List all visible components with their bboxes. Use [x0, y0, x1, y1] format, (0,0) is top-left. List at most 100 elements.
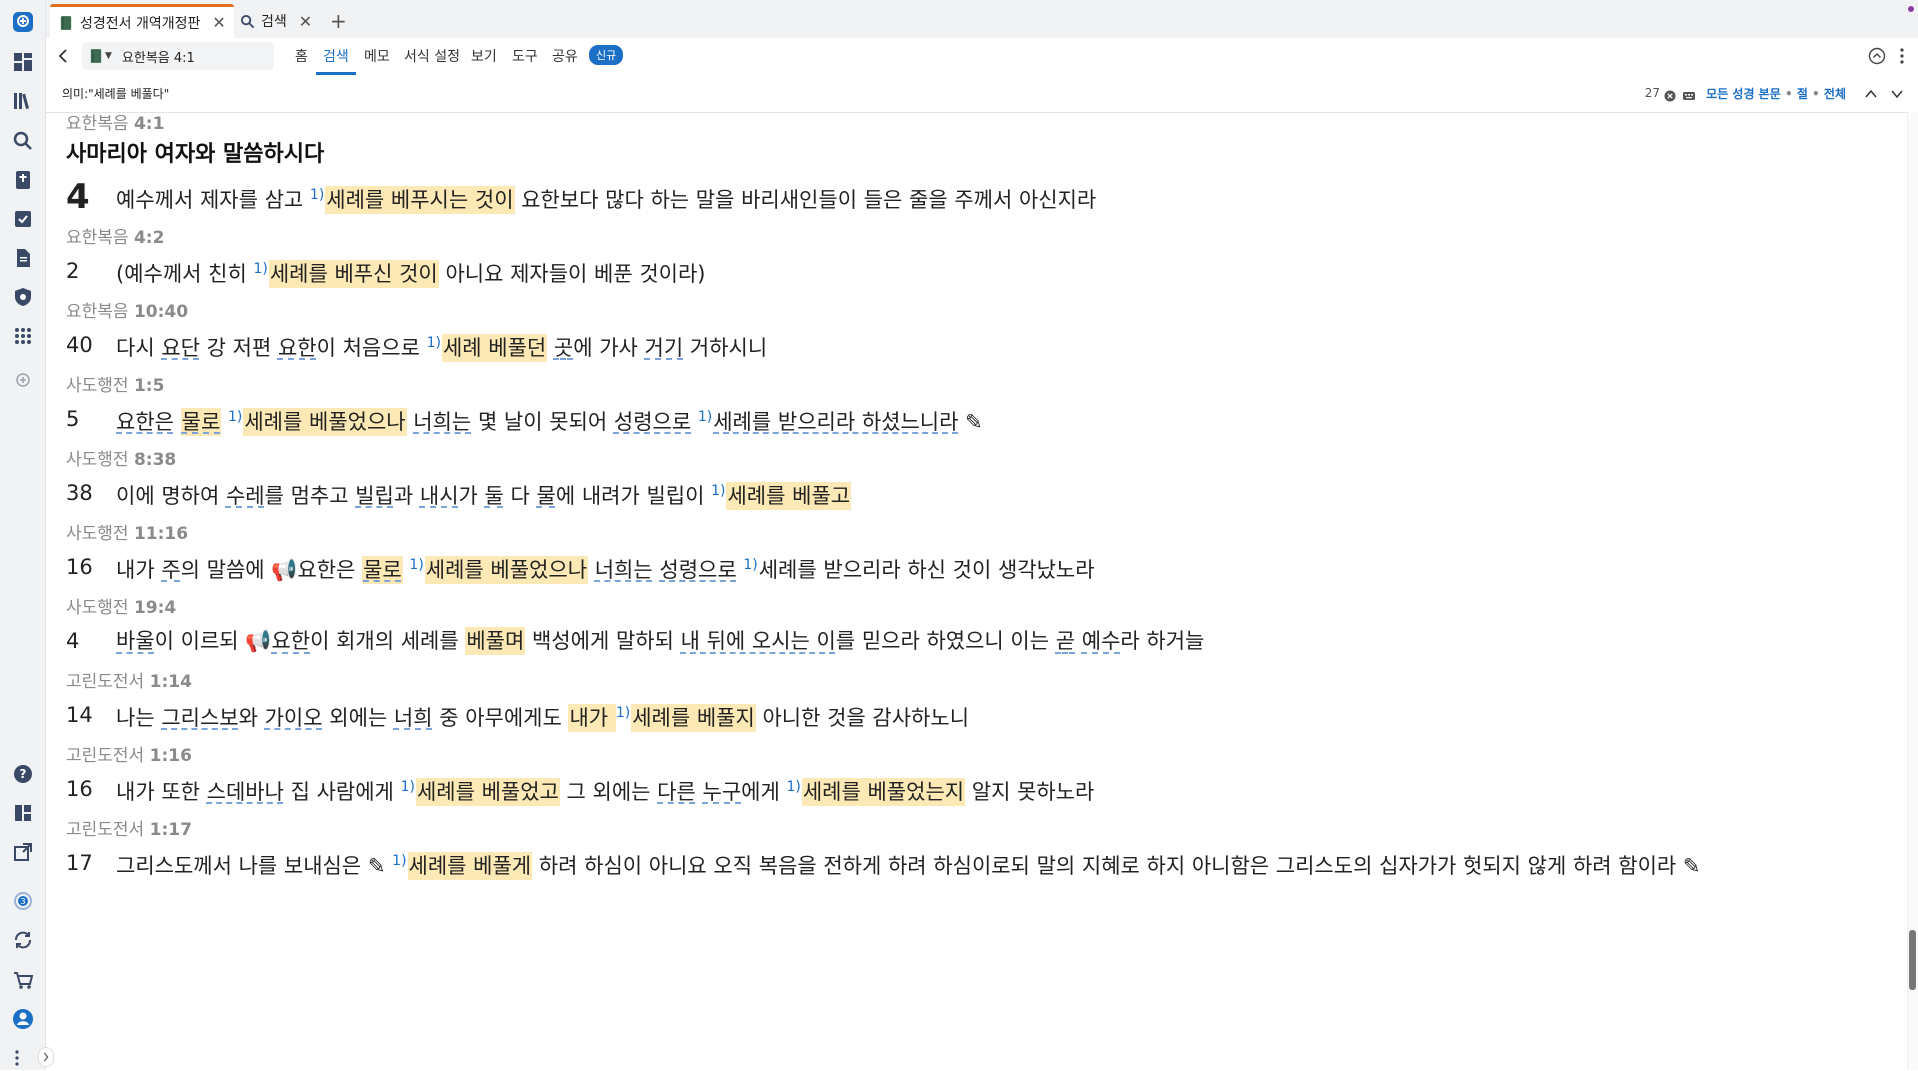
new-tab-button[interactable]: + — [330, 4, 354, 38]
more-vertical-icon[interactable] — [10, 1045, 24, 1071]
footnote-marker[interactable]: 1) — [711, 483, 725, 499]
chevron-down-icon[interactable]: ▼ — [105, 51, 112, 61]
linked-word[interactable]: 너희는 — [413, 410, 471, 434]
search-match-highlight[interactable]: 내가 — [568, 703, 616, 732]
linked-word[interactable]: 수레 — [226, 484, 265, 508]
search-match-highlight[interactable]: 세례를 베풀었는지 — [801, 777, 966, 806]
search-query-input[interactable]: 의미:"세례를 베풀다" — [62, 85, 169, 102]
scope-selector[interactable]: 모든 성경 본문 • 절 • 전체 — [1706, 85, 1846, 102]
linked-word[interactable]: 물 — [537, 484, 556, 508]
footnote-marker[interactable]: 1) — [409, 557, 423, 573]
footnote-marker[interactable]: 1) — [228, 409, 242, 425]
search-match-highlight[interactable]: 물로 — [180, 407, 222, 436]
previous-result-icon[interactable] — [1864, 86, 1878, 100]
verse-text[interactable]: 2 (예수께서 친히 1)세례를 베푸신 것이 아니요 제자들이 베푼 것이라) — [66, 250, 1906, 292]
linked-word[interactable]: 주 — [161, 558, 180, 582]
collapse-up-icon[interactable] — [1868, 47, 1886, 65]
document-icon[interactable] — [10, 245, 36, 271]
linked-word[interactable]: 스데바나 — [207, 780, 284, 804]
search-match-highlight[interactable]: 세례를 베풀었으나 — [243, 407, 407, 436]
footnote-marker[interactable]: 1) — [427, 335, 441, 351]
reference-input[interactable]: 요한복음 4:1 — [122, 47, 195, 66]
search-match-highlight[interactable]: 베풀며 — [465, 627, 526, 655]
result-reference[interactable]: 고린도전서 1:14 — [66, 670, 1906, 694]
search-match-highlight[interactable]: 세례를 베풀고 — [726, 481, 852, 510]
keyboard-icon[interactable] — [1682, 87, 1696, 100]
export-icon[interactable] — [10, 839, 36, 865]
menu-search[interactable]: 검색 — [323, 46, 349, 66]
menu-notes[interactable]: 메모 — [364, 46, 390, 66]
menu-home[interactable]: 홈 — [295, 46, 308, 66]
linked-word[interactable]: 요단 — [161, 336, 200, 360]
search-match-highlight[interactable]: 세례를 베푸시는 것이 — [325, 185, 515, 214]
verse-text[interactable]: 40 다시 요단 강 저편 요한이 처음으로 1)세례 베풀던 곳에 가사 거기 … — [66, 324, 1906, 366]
close-icon[interactable]: ✕ — [299, 12, 312, 31]
linked-word[interactable]: 바울 — [116, 629, 155, 653]
result-reference[interactable]: 요한복음 4:2 — [66, 226, 1906, 250]
menu-view[interactable]: 보기 — [471, 46, 497, 66]
linked-word[interactable]: 요한 — [271, 629, 310, 653]
verse-text[interactable]: 17 그리스도께서 나를 보내심은 ✎ 1)세례를 베풀게 하려 하심이 아니요 … — [66, 842, 1906, 884]
verse-text[interactable]: 16 내가 또한 스데바나 집 사람에게 1)세례를 베풀었고 그 외에는 다른 … — [66, 768, 1906, 810]
tab-search[interactable]: 검색 ✕ — [240, 4, 316, 38]
search-match-highlight[interactable]: 세례를 베푸신 것이 — [268, 259, 439, 288]
layout-icon[interactable] — [10, 800, 36, 826]
result-reference[interactable]: 사도행전 11:16 — [66, 522, 1906, 546]
result-reference[interactable]: 사도행전 19:4 — [66, 596, 1906, 620]
library-icon[interactable] — [10, 88, 36, 114]
footnote-marker[interactable]: 1) — [743, 557, 757, 573]
linked-word[interactable]: 누구 — [703, 780, 742, 804]
dashboard-icon[interactable] — [10, 49, 36, 75]
footnote-marker[interactable]: 1) — [401, 779, 415, 795]
result-reference[interactable]: 요한복음 4:1 — [66, 112, 1906, 136]
verse-text[interactable]: 4 예수께서 제자를 삼고 1)세례를 베푸시는 것이 요한보다 많다 하는 말을… — [66, 176, 1906, 218]
linked-word[interactable]: 요한 — [278, 336, 317, 360]
result-reference[interactable]: 요한복음 10:40 — [66, 300, 1906, 324]
bible-icon[interactable] — [10, 167, 36, 193]
search-match-highlight[interactable]: 세례를 베풀었으나 — [424, 555, 589, 584]
next-result-icon[interactable] — [1890, 86, 1904, 100]
app-logo-icon[interactable] — [10, 9, 36, 35]
footnote-marker[interactable]: 1) — [616, 705, 630, 721]
verse-text[interactable]: 5 요한은 물로 1)세례를 베풀었으나 너희는 몇 날이 못되어 성령으로 1)… — [66, 398, 1906, 440]
search-match-highlight[interactable]: 물로 — [362, 555, 403, 584]
close-icon[interactable]: ✕ — [212, 13, 225, 32]
search-match-highlight[interactable]: 세례를 베풀지 — [631, 703, 756, 732]
expand-sidebar-icon[interactable] — [38, 1047, 54, 1067]
footnote-marker[interactable]: 1) — [786, 779, 800, 795]
linked-word[interactable]: 둘 — [485, 484, 504, 508]
linked-word[interactable]: 세례를 받으리라 하셨느니라 — [713, 410, 958, 434]
linked-word[interactable]: 예수 — [1082, 629, 1121, 653]
scrollbar[interactable] — [1907, 112, 1918, 1070]
linked-word[interactable]: 빌립 — [355, 484, 394, 508]
verse-text[interactable]: 38 이에 명하여 수레를 멈추고 빌립과 내시가 둘 다 물에 내려가 빌립이 … — [66, 472, 1906, 514]
linked-word[interactable]: 요한은 — [116, 410, 174, 434]
footnote-marker[interactable]: 1) — [698, 409, 712, 425]
verse-text[interactable]: 14 나는 그리스보와 가이오 외에는 너희 중 아무에게도 내가 1)세례를 베… — [66, 694, 1906, 736]
linked-word[interactable]: 너희는 — [595, 558, 653, 582]
new-badge[interactable]: 신규 — [589, 45, 624, 65]
footnote-marker[interactable]: 1) — [253, 261, 267, 277]
linked-word[interactable]: 너희 — [394, 706, 433, 730]
search-match-highlight[interactable]: 세례를 베풀게 — [407, 851, 533, 880]
help-icon[interactable]: ? — [10, 761, 36, 787]
linked-word[interactable]: 가이오 — [265, 706, 323, 730]
linked-word[interactable]: 거기 — [645, 336, 684, 360]
account-icon[interactable] — [10, 1006, 36, 1032]
verse-text[interactable]: 16 내가 주의 말씀에 📢요한은 물로 1)세례를 베풀었으나 너희는 성령으로… — [66, 546, 1906, 588]
add-circle-icon[interactable] — [10, 367, 36, 393]
linked-word[interactable]: 성령으로 — [659, 558, 736, 582]
cart-icon[interactable] — [10, 967, 36, 993]
search-match-highlight[interactable]: 세례를 베풀었고 — [415, 777, 560, 806]
linked-word[interactable]: 성령으로 — [614, 410, 691, 434]
linked-word[interactable]: 내시 — [420, 484, 459, 508]
sync-icon[interactable] — [10, 927, 36, 953]
result-reference[interactable]: 사도행전 1:5 — [66, 374, 1906, 398]
footnote-marker[interactable]: 1) — [310, 187, 324, 203]
notification-count-icon[interactable]: 3 — [10, 888, 36, 914]
linked-word[interactable]: 내 뒤에 오시는 이 — [681, 629, 836, 653]
scrollbar-thumb[interactable] — [1909, 930, 1916, 990]
apps-grid-icon[interactable] — [10, 323, 36, 349]
reference-box[interactable]: ▼ 요한복음 4:1 — [82, 42, 274, 70]
checklist-icon[interactable] — [10, 206, 36, 232]
